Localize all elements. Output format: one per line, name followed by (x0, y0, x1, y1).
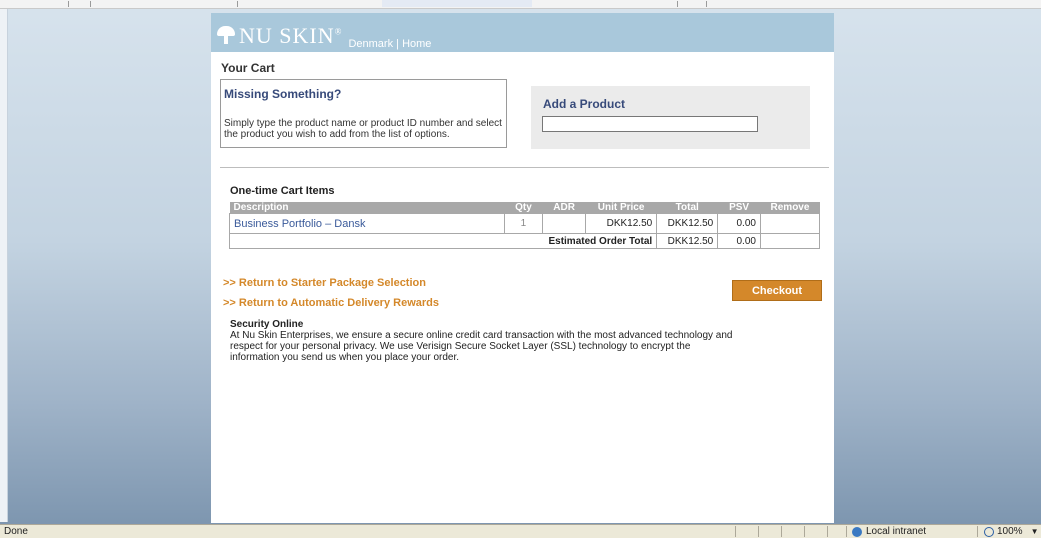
site-banner: NU SKIN® Denmark | Home (211, 13, 834, 52)
zoom-level: 100% (997, 526, 1023, 537)
item-unit-price: DKK12.50 (584, 213, 658, 234)
security-title: Security Online (230, 319, 304, 330)
return-starter-link[interactable]: >> Return to Starter Package Selection (223, 277, 426, 289)
column-header-psv: PSV (717, 202, 761, 214)
security-text: At Nu Skin Enterprises, we ensure a secu… (230, 330, 733, 363)
item-psv: 0.00 (717, 213, 761, 234)
missing-title: Missing Something? (224, 87, 342, 101)
item-adr (542, 213, 586, 234)
magnifier-icon (984, 526, 994, 537)
column-header-description: Description (229, 202, 505, 214)
column-header-remove: Remove (760, 202, 820, 214)
add-product-input[interactable] (542, 116, 758, 132)
table-header-row: Description Qty ADR Unit Price Total PSV… (229, 202, 820, 214)
chevron-down-icon[interactable]: ▼ (1031, 527, 1039, 536)
brand-name: NU SKIN® (239, 23, 342, 49)
banner-links: Denmark | Home (348, 38, 431, 50)
intranet-globe-icon (852, 526, 862, 537)
estimated-total-label: Estimated Order Total (228, 233, 658, 249)
browser-left-edge (0, 9, 8, 522)
security-section: Security Online At Nu Skin Enterprises, … (230, 319, 740, 363)
return-adr-link[interactable]: >> Return to Automatic Delivery Rewards (223, 297, 439, 309)
table-row: Business Portfolio – Dansk 1 DKK12.50 DK… (229, 213, 821, 234)
browser-top-strip (0, 0, 1041, 9)
estimated-psv-value: 0.00 (717, 233, 761, 249)
browser-status-bar: Done Local intranet 100% ▼ (0, 524, 1041, 538)
country-link[interactable]: Denmark (348, 38, 393, 50)
cart-items-title: One-time Cart Items (230, 185, 335, 197)
add-product-box: Add a Product (531, 86, 810, 149)
column-header-adr: ADR (542, 202, 586, 214)
home-link[interactable]: Home (402, 38, 431, 50)
trademark-mark: ® (334, 26, 343, 37)
column-header-unit-price: Unit Price (585, 202, 657, 214)
estimated-total-value: DKK12.50 (656, 233, 719, 249)
estimated-total-row: Estimated Order Total DKK12.50 0.00 (228, 233, 821, 249)
missing-text: Simply type the product name or product … (224, 118, 502, 140)
item-qty: 1 (503, 213, 544, 234)
nu-skin-logo-icon (217, 26, 235, 44)
column-header-qty: Qty (504, 202, 543, 214)
zoom-control[interactable]: 100% ▼ (984, 526, 1039, 537)
column-header-total: Total (656, 202, 718, 214)
status-text: Done (4, 526, 28, 537)
brand-logo[interactable]: NU SKIN® Denmark | Home (217, 23, 431, 50)
page-title: Your Cart (221, 61, 275, 75)
item-remove[interactable] (759, 213, 821, 234)
checkout-button[interactable]: Checkout (732, 280, 822, 301)
cart-items-table: Description Qty ADR Unit Price Total PSV… (228, 202, 821, 249)
banner-separator: | (396, 38, 400, 50)
security-zone: Local intranet (852, 526, 926, 537)
item-description[interactable]: Business Portfolio – Dansk (229, 213, 505, 234)
cart-page: NU SKIN® Denmark | Home Your Cart Missin… (211, 13, 834, 523)
item-total: DKK12.50 (656, 213, 719, 234)
brand-name-text: NU SKIN (239, 23, 335, 48)
zone-label: Local intranet (866, 526, 927, 537)
add-product-title: Add a Product (543, 97, 626, 111)
estimated-total-empty (759, 233, 821, 249)
missing-something-box: Missing Something? Simply type the produ… (220, 79, 507, 148)
section-divider (220, 167, 829, 168)
